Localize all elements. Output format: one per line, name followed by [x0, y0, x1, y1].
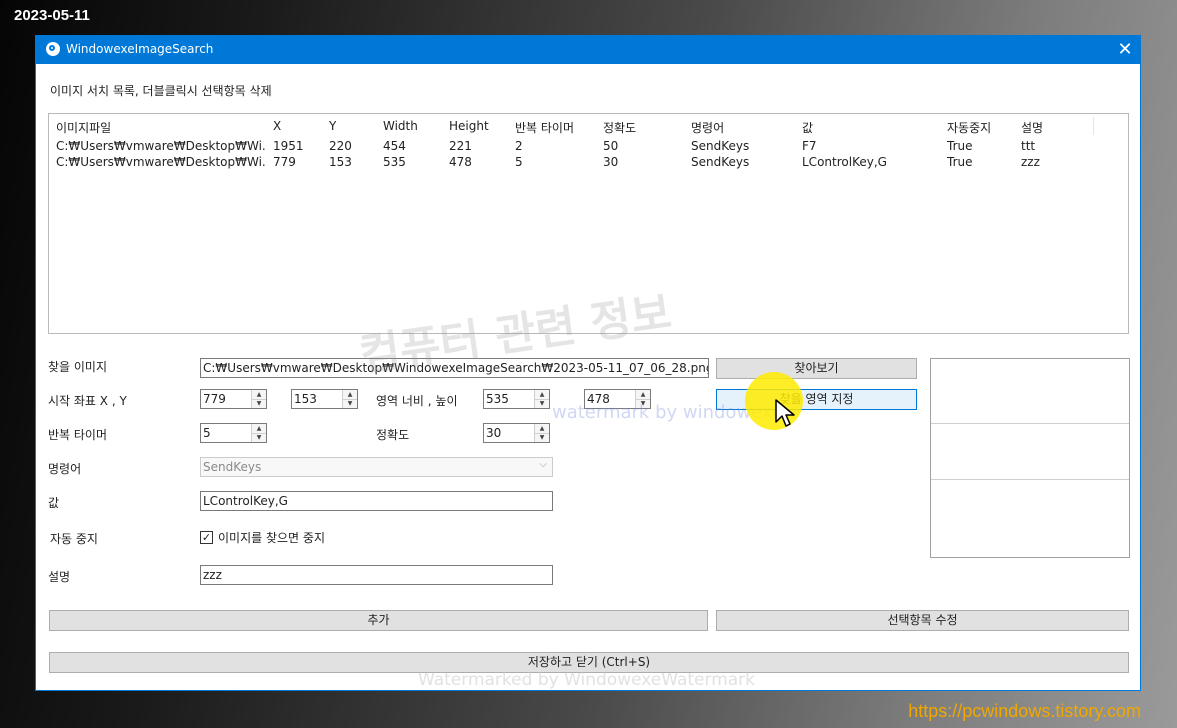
row-cell: 220: [329, 139, 352, 153]
row-cell: 454: [383, 139, 406, 153]
window-title: WindowexeImageSearch: [66, 42, 214, 56]
y-stepper[interactable]: 153 ▲ ▼: [291, 389, 358, 409]
row-cell: 478: [449, 155, 472, 169]
row-cell: F7: [802, 139, 817, 153]
find-image-label: 찾을 이미지: [48, 360, 108, 374]
row-cell: LControlKey,G: [802, 155, 887, 169]
start-xy-label: 시작 좌표 X , Y: [48, 394, 127, 408]
row-cell: 1951: [273, 139, 304, 153]
column-header[interactable]: 자동중지: [947, 119, 991, 136]
y-stepper-arrows: ▲ ▼: [342, 390, 357, 408]
close-icon[interactable]: ✕: [1110, 36, 1140, 64]
row-cell: 5: [515, 155, 523, 169]
spin-down-icon[interactable]: ▼: [343, 399, 357, 408]
row-cell: ttt: [1021, 139, 1036, 153]
window-content: 이미지 서치 목록, 더블클릭시 선택항목 삭제 이미지파일 X Y Width…: [36, 64, 1140, 690]
row-cell: SendKeys: [691, 139, 750, 153]
row-cell: 50: [603, 139, 619, 153]
date-stamp: 2023-05-11: [14, 7, 90, 24]
watermark-bottom: Watermarked by WindowexeWatermark: [418, 670, 756, 690]
row-cell: 153: [329, 155, 352, 169]
row-cell: True: [947, 139, 973, 153]
x-stepper[interactable]: 779 ▲ ▼: [200, 389, 267, 409]
column-header[interactable]: 값: [802, 119, 813, 136]
command-select[interactable]: SendKeys ⌵: [200, 457, 553, 477]
value-field[interactable]: LControlKey,G: [200, 491, 553, 511]
magnifier-icon: [46, 42, 60, 56]
column-header[interactable]: 명령어: [691, 119, 724, 136]
title-bar: WindowexeImageSearch ✕: [36, 36, 1140, 64]
x-stepper-arrows: ▲ ▼: [251, 390, 266, 408]
preview-divider: [931, 479, 1129, 480]
column-header[interactable]: X: [273, 119, 281, 133]
repeat-timer-label: 반복 타이머: [48, 428, 108, 442]
header-divider: [1093, 117, 1094, 135]
column-header[interactable]: 이미지파일: [56, 119, 111, 136]
row-cell: 221: [449, 139, 472, 153]
column-header[interactable]: Height: [449, 119, 489, 133]
row-cell: 779: [273, 155, 296, 169]
repeat-timer-stepper-arrows: ▲ ▼: [251, 424, 266, 442]
spin-down-icon[interactable]: ▼: [535, 433, 549, 442]
column-header[interactable]: 반복 타이머: [515, 119, 574, 136]
column-header[interactable]: 설명: [1021, 119, 1043, 136]
spin-down-icon[interactable]: ▼: [252, 399, 266, 408]
accuracy-stepper[interactable]: 30 ▲ ▼: [483, 423, 550, 443]
row-cell: zzz: [1021, 155, 1040, 169]
row-cell: 30: [603, 155, 619, 169]
preview-divider: [931, 423, 1129, 424]
row-cell: C:₩Users₩vmware₩Desktop₩Wi...: [56, 155, 266, 169]
command-label: 명령어: [48, 462, 82, 476]
auto-stop-label: 자동 중지: [50, 532, 98, 546]
mouse-pointer-icon: [775, 399, 795, 427]
list-caption: 이미지 서치 목록, 더블클릭시 선택항목 삭제: [50, 84, 272, 98]
value-label: 값: [48, 496, 60, 510]
spin-down-icon[interactable]: ▼: [535, 399, 549, 408]
command-select-value: SendKeys: [203, 460, 262, 474]
x-value: 779: [203, 392, 226, 406]
image-preview: [930, 358, 1130, 558]
browse-button[interactable]: 찾아보기: [716, 358, 917, 379]
accuracy-label: 정확도: [376, 428, 410, 442]
footer-url: https://pcwindows.tistory.com: [908, 701, 1141, 721]
auto-stop-checkbox-label[interactable]: 이미지를 찾으면 중지: [218, 529, 325, 546]
width-stepper-arrows: ▲ ▼: [534, 390, 549, 408]
row-cell: 535: [383, 155, 406, 169]
row-cell: C:₩Users₩vmware₩Desktop₩Wi...: [56, 139, 266, 153]
area-label: 영역 너비 , 높이: [376, 394, 458, 408]
y-value: 153: [294, 392, 317, 406]
add-button[interactable]: 추가: [49, 610, 708, 631]
description-field[interactable]: zzz: [200, 565, 553, 585]
spin-down-icon[interactable]: ▼: [252, 433, 266, 442]
repeat-timer-value: 5: [203, 426, 211, 440]
description-label: 설명: [48, 570, 71, 584]
column-header[interactable]: Width: [383, 119, 418, 133]
repeat-timer-stepper[interactable]: 5 ▲ ▼: [200, 423, 267, 443]
accuracy-value: 30: [486, 426, 502, 440]
chevron-down-icon: ⌵: [539, 459, 547, 470]
accuracy-stepper-arrows: ▲ ▼: [534, 424, 549, 442]
edit-selected-button[interactable]: 선택항목 수정: [716, 610, 1129, 631]
row-cell: 2: [515, 139, 523, 153]
column-header[interactable]: Y: [329, 119, 336, 133]
column-header[interactable]: 정확도: [603, 119, 636, 136]
auto-stop-checkbox[interactable]: ✓: [200, 531, 213, 544]
width-stepper[interactable]: 535 ▲ ▼: [483, 389, 550, 409]
row-cell: True: [947, 155, 973, 169]
width-value: 535: [486, 392, 509, 406]
app-window: WindowexeImageSearch ✕ 이미지 서치 목록, 더블클릭시 …: [35, 35, 1141, 691]
row-cell: SendKeys: [691, 155, 750, 169]
